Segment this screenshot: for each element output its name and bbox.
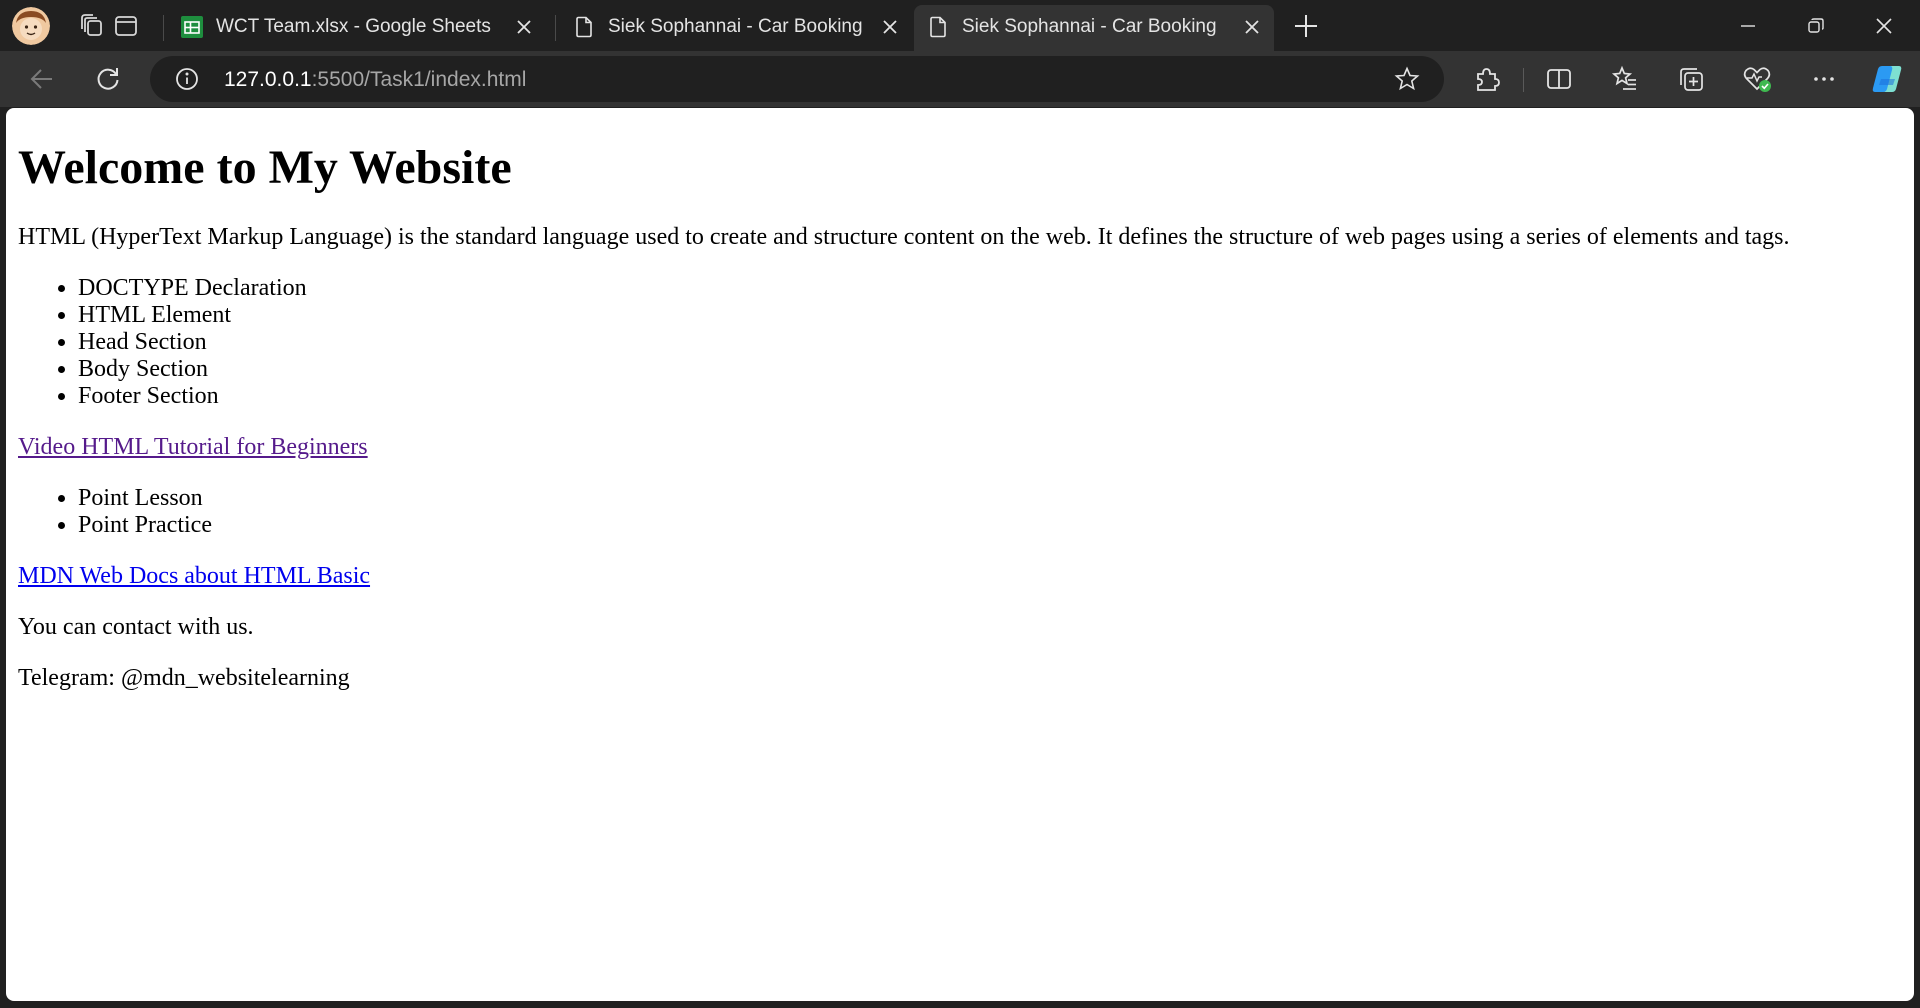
tab-separator — [555, 15, 556, 41]
split-screen-button[interactable] — [1543, 63, 1575, 95]
tab-title: Siek Sophannai - Car Booking — [962, 16, 1217, 37]
tab-separator — [163, 15, 164, 41]
page-content: Welcome to My Website HTML (HyperText Ma… — [6, 140, 1914, 692]
intro-paragraph: HTML (HyperText Markup Language) is the … — [18, 224, 1790, 250]
copilot-button[interactable] — [1869, 61, 1905, 97]
site-info-icon[interactable] — [175, 67, 199, 91]
settings-more-button[interactable] — [1808, 63, 1840, 95]
points-list: Point Lesson Point Practice — [18, 485, 1902, 539]
favorite-star-icon[interactable] — [1394, 66, 1420, 92]
url-path: :5500/Task1/index.html — [311, 68, 527, 91]
puzzle-icon — [1477, 68, 1500, 91]
refresh-icon — [97, 68, 119, 90]
close-tab-icon[interactable] — [512, 15, 536, 39]
tab-car-booking-1[interactable]: Siek Sophannai - Car Booking — [560, 5, 912, 51]
page-viewport: Welcome to My Website HTML (HyperText Ma… — [6, 108, 1914, 1001]
heart-pulse-icon — [1743, 67, 1771, 92]
restore-button[interactable] — [1782, 0, 1850, 51]
tab-google-sheets[interactable]: WCT Team.xlsx - Google Sheets — [168, 5, 546, 51]
back-button[interactable] — [26, 63, 58, 95]
collections-button[interactable] — [1675, 63, 1707, 95]
tab-title: Siek Sophannai - Car Booking — [608, 16, 863, 37]
toolbar-divider — [1523, 68, 1524, 92]
list-item: HTML Element — [78, 302, 1902, 329]
mdn-docs-link[interactable]: MDN Web Docs about HTML Basic — [18, 563, 370, 589]
list-item: Head Section — [78, 329, 1902, 356]
list-item: Body Section — [78, 356, 1902, 383]
telegram-text: Telegram: @mdn_websitelearning — [18, 665, 350, 691]
favorites-list-icon — [1611, 65, 1636, 90]
page-icon — [576, 16, 592, 38]
google-sheets-icon — [181, 16, 203, 38]
extensions-button[interactable] — [1471, 63, 1503, 95]
favorites-button[interactable] — [1609, 63, 1641, 95]
page-heading: Welcome to My Website — [18, 141, 512, 194]
url-text[interactable]: 127.0.0.1:5500/Task1/index.html — [224, 68, 526, 92]
contact-text: You can contact with us. — [18, 614, 254, 640]
tab-actions-icon[interactable] — [108, 8, 144, 44]
browser-toolbar: 127.0.0.1:5500/Task1/index.html — [0, 51, 1920, 107]
close-tab-icon[interactable] — [878, 15, 902, 39]
back-arrow-icon — [30, 69, 52, 89]
list-item: DOCTYPE Declaration — [78, 275, 1902, 302]
restore-icon — [1808, 17, 1824, 33]
list-item: Point Lesson — [78, 485, 1902, 512]
minimize-icon — [1741, 24, 1755, 27]
copilot-icon — [1872, 66, 1902, 92]
close-window-button[interactable] — [1850, 0, 1918, 51]
more-horizontal-icon — [1814, 77, 1834, 81]
url-host: 127.0.0.1 — [224, 68, 312, 91]
video-tutorial-link[interactable]: Video HTML Tutorial for Beginners — [18, 434, 368, 460]
new-tab-icon[interactable] — [1288, 8, 1324, 44]
address-bar[interactable]: 127.0.0.1:5500/Task1/index.html — [150, 56, 1444, 102]
structure-list: DOCTYPE Declaration HTML Element Head Se… — [18, 275, 1902, 410]
minimize-button[interactable] — [1714, 0, 1782, 51]
collections-icon — [1680, 68, 1703, 91]
split-screen-icon — [1547, 69, 1571, 89]
tab-car-booking-active[interactable]: Siek Sophannai - Car Booking — [914, 5, 1274, 51]
close-icon — [1876, 17, 1892, 34]
tab-strip: WCT Team.xlsx - Google Sheets Siek Sopha… — [0, 0, 1920, 51]
list-item: Footer Section — [78, 383, 1902, 410]
mdn-link-paragraph: MDN Web Docs about HTML Basic — [18, 563, 1902, 590]
close-tab-icon[interactable] — [1240, 15, 1264, 39]
refresh-button[interactable] — [92, 63, 124, 95]
list-item: Point Practice — [78, 512, 1902, 539]
tab-title: WCT Team.xlsx - Google Sheets — [216, 16, 491, 37]
browser-essentials-button[interactable] — [1741, 63, 1773, 95]
video-link-paragraph: Video HTML Tutorial for Beginners — [18, 434, 1902, 461]
workspaces-icon[interactable] — [74, 8, 110, 44]
profile-avatar[interactable] — [12, 7, 50, 45]
page-icon — [930, 16, 946, 38]
